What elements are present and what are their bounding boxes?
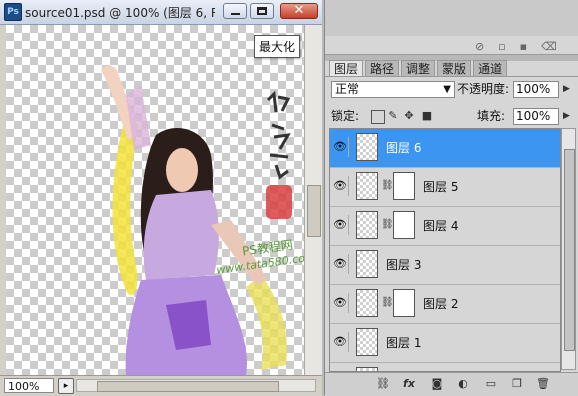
layer-thumbnail (356, 133, 378, 161)
image-canvas[interactable]: PS教程网 www.tata580.com (6, 25, 304, 375)
fill-field[interactable]: 100% (513, 108, 559, 125)
layer-row[interactable] (330, 363, 560, 371)
layer-thumbnail (356, 172, 378, 200)
opacity-slider-arrow-icon[interactable]: ▶ (563, 84, 570, 94)
layer-name: 图层 3 (386, 258, 422, 272)
trash-icon[interactable]: 🗑 (535, 377, 551, 391)
visibility-eye-icon[interactable]: 👁 (332, 293, 349, 313)
opacity-field[interactable]: 100% (513, 81, 559, 98)
lock-transparency-icon[interactable] (371, 110, 385, 124)
document-title: source01.psd @ 100% (图层 6, R... (25, 6, 215, 20)
layer-thumbnail (356, 250, 378, 278)
dancer-artwork (101, 65, 292, 375)
lock-label: 锁定: (331, 109, 360, 123)
layer-name: 图层 1 (386, 336, 422, 350)
visibility-eye-icon[interactable]: 👁 (332, 137, 349, 157)
layer-row[interactable]: 👁 图层 3 (330, 246, 560, 285)
layers-scroll-thumb[interactable] (564, 149, 575, 351)
layer-row[interactable]: 👁 ⛓ 图层 2 (330, 285, 560, 324)
chevron-down-icon: ▼ (443, 84, 451, 95)
panel-tabs: 图层 路径 调整 蒙版 通道 (329, 60, 509, 77)
panel-header-area (325, 0, 578, 36)
visibility-eye-icon[interactable]: 👁 (332, 254, 349, 274)
layer-thumbnail (356, 289, 378, 317)
blend-mode-value: 正常 (335, 82, 360, 96)
close-icon: ✕ (293, 3, 305, 18)
photoshop-logo-icon: Ps (4, 3, 22, 21)
zoom-field[interactable]: 100% (4, 378, 54, 393)
layer-row[interactable]: 👁 图层 1 (330, 324, 560, 363)
horizontal-scroll-thumb[interactable] (97, 381, 279, 392)
layers-panel: ⊘▫▪⌫ 图层 路径 调整 蒙版 通道 正常 ▼ 不透明度: 100% ▶ 锁定… (324, 0, 578, 396)
vertical-scroll-thumb[interactable] (307, 185, 321, 237)
status-bar: 100% ▸ (0, 375, 322, 396)
layer-thumbnail (356, 328, 378, 356)
opacity-label: 不透明度: (457, 82, 510, 96)
lock-position-icon[interactable]: ✥ (403, 110, 415, 122)
layer-mask-thumbnail[interactable] (393, 211, 415, 239)
document-titlebar[interactable]: Ps source01.psd @ 100% (图层 6, R... ✕ (0, 0, 322, 25)
layer-mask-thumbnail[interactable] (393, 172, 415, 200)
fill-slider-arrow-icon[interactable]: ▶ (563, 111, 570, 121)
new-layer-icon[interactable]: ❐ (509, 377, 525, 391)
visibility-eye-icon[interactable]: 👁 (332, 176, 349, 196)
layer-name: 图层 4 (423, 219, 459, 233)
blend-mode-select[interactable]: 正常 ▼ (331, 81, 455, 98)
tab-layers[interactable]: 图层 (329, 60, 364, 77)
status-menu-icon[interactable]: ▸ (58, 378, 74, 394)
fill-label: 填充: (477, 109, 506, 123)
layer-name: 图层 6 (386, 141, 422, 155)
mask-icon[interactable]: ◙ (429, 377, 445, 391)
visibility-eye-icon[interactable]: 👁 (332, 215, 349, 235)
layer-row[interactable]: 👁 ⛓ 图层 5 (330, 168, 560, 207)
mask-link-icon[interactable]: ⛓ (381, 219, 394, 230)
horizontal-scrollbar[interactable] (76, 379, 316, 392)
layer-mask-thumbnail[interactable] (393, 289, 415, 317)
tab-masks[interactable]: 蒙版 (437, 60, 472, 77)
layers-bottom-bar: ⛓ fx ◙ ◐ ▭ ❐ 🗑 (325, 372, 578, 396)
maximize-icon (257, 7, 267, 15)
fx-icon[interactable]: fx (401, 377, 417, 391)
tab-channels[interactable]: 通道 (473, 60, 508, 77)
layer-thumbnail (356, 211, 378, 239)
mask-link-icon[interactable]: ⛓ (381, 297, 394, 308)
close-button[interactable]: ✕ (280, 3, 318, 19)
minimize-icon (231, 13, 240, 15)
lock-all-icon[interactable]: ■ (421, 110, 433, 122)
layer-name: 图层 5 (423, 180, 459, 194)
link-icon[interactable]: ⛓ (375, 377, 391, 391)
maximize-tooltip: 最大化 (254, 35, 301, 58)
document-window: Ps source01.psd @ 100% (图层 6, R... ✕ PS教… (0, 0, 322, 396)
tab-paths[interactable]: 路径 (365, 60, 400, 77)
mask-link-icon[interactable]: ⛓ (381, 180, 394, 191)
panel-top-icons: ⊘▫▪⌫ (475, 40, 571, 53)
visibility-eye-icon[interactable]: 👁 (332, 332, 349, 352)
layer-name: 图层 2 (423, 297, 459, 311)
layer-row[interactable]: 👁 图层 6 (330, 129, 560, 168)
adjustment-icon[interactable]: ◐ (455, 377, 471, 391)
tab-underline (325, 76, 578, 77)
maximize-button[interactable] (250, 3, 274, 19)
layers-scrollbar[interactable] (561, 128, 576, 370)
minimize-button[interactable] (223, 3, 247, 19)
vertical-scrollbar[interactable] (304, 25, 322, 375)
lock-brush-icon[interactable]: ✎ (387, 110, 399, 122)
group-icon[interactable]: ▭ (483, 377, 499, 391)
layer-row[interactable]: 👁 ⛓ 图层 4 (330, 207, 560, 246)
tab-adjustments[interactable]: 调整 (401, 60, 436, 77)
layers-list: 👁 图层 6 👁 ⛓ 图层 5 👁 ⛓ 图层 4 👁 图层 3 👁 ⛓ 图层 2… (329, 128, 561, 372)
